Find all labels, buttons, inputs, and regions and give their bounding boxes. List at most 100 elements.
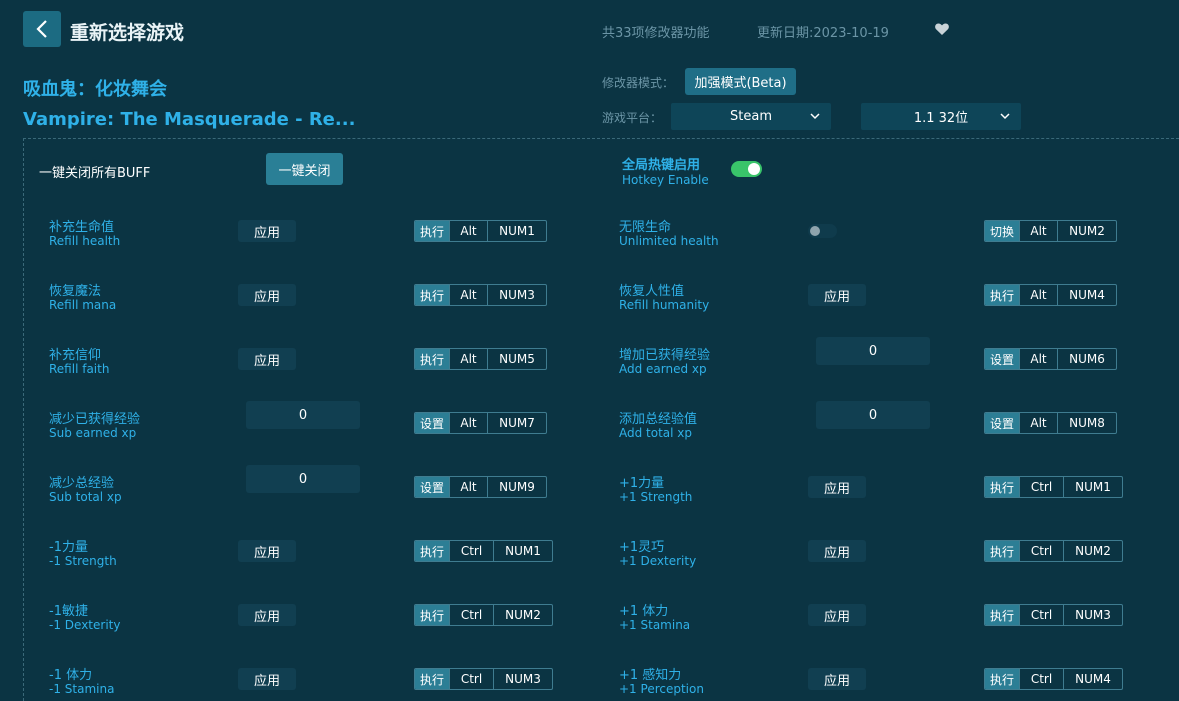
feature-label-cn: -1 体力 xyxy=(49,668,93,683)
hotkey-key: NUM7 xyxy=(487,413,546,433)
feature-label-en: Refill humanity xyxy=(619,298,710,312)
hotkey-combo[interactable]: 切换 Alt NUM2 xyxy=(984,220,1117,242)
apply-button[interactable]: 应用 xyxy=(808,476,866,498)
hotkey-modifier: Alt xyxy=(1019,221,1057,241)
hotkey-combo[interactable]: 设置 Alt NUM7 xyxy=(414,412,547,434)
apply-button[interactable]: 应用 xyxy=(238,540,296,562)
chevron-left-icon xyxy=(36,20,47,38)
hotkey-modifier: Ctrl xyxy=(1019,477,1063,497)
hotkey-modifier: Alt xyxy=(449,413,487,433)
feature-label-cn: 恢复人性值 xyxy=(619,284,685,299)
hotkey-action: 执行 xyxy=(985,541,1019,561)
hotkey-combo[interactable]: 设置 Alt NUM9 xyxy=(414,476,547,498)
feature-toggle[interactable] xyxy=(808,224,837,238)
hotkey-modifier: Ctrl xyxy=(449,669,493,689)
hotkey-combo[interactable]: 执行 Ctrl NUM1 xyxy=(984,476,1123,498)
hotkey-key: NUM3 xyxy=(493,669,552,689)
feature-label-cn: -1敏捷 xyxy=(49,604,88,619)
heart-icon[interactable] xyxy=(934,21,950,37)
hotkey-action: 执行 xyxy=(415,349,449,369)
value-input[interactable] xyxy=(816,401,930,429)
apply-button[interactable]: 应用 xyxy=(238,668,296,690)
hotkey-modifier: Ctrl xyxy=(1019,669,1063,689)
hotkey-enable-label-en: Hotkey Enable xyxy=(622,173,709,187)
hotkey-combo[interactable]: 执行 Alt NUM1 xyxy=(414,220,547,242)
hotkey-action: 执行 xyxy=(415,541,449,561)
hotkey-combo[interactable]: 执行 Ctrl NUM1 xyxy=(414,540,553,562)
back-button[interactable] xyxy=(23,11,61,47)
hotkey-combo[interactable]: 执行 Ctrl NUM3 xyxy=(414,668,553,690)
hotkey-combo[interactable]: 设置 Alt NUM8 xyxy=(984,412,1117,434)
platform-select[interactable]: Steam xyxy=(671,103,831,130)
feature-count: 共33项修改器功能 xyxy=(602,26,710,41)
apply-button[interactable]: 应用 xyxy=(808,668,866,690)
feature-label-en: Refill health xyxy=(49,234,121,248)
value-input[interactable] xyxy=(246,465,360,493)
hotkey-enable-toggle[interactable] xyxy=(731,161,762,177)
platform-value: Steam xyxy=(730,109,772,124)
feature-label-cn: 添加总经验值 xyxy=(619,412,698,427)
update-date: 更新日期:2023-10-19 xyxy=(757,26,889,41)
hotkey-key: NUM2 xyxy=(1063,541,1122,561)
apply-button[interactable]: 应用 xyxy=(808,284,866,306)
version-value: 1.1 32位 xyxy=(913,111,969,126)
hotkey-key: NUM9 xyxy=(487,477,546,497)
version-select[interactable]: 1.1 32位 xyxy=(861,103,1021,130)
hotkey-combo[interactable]: 执行 Alt NUM3 xyxy=(414,284,547,306)
chevron-down-icon xyxy=(810,113,820,120)
hotkey-modifier: Alt xyxy=(449,477,487,497)
feature-label-cn: 无限生命 xyxy=(619,220,672,235)
game-title-cn: 吸血鬼：化妆舞会 xyxy=(23,79,167,100)
feature-label-en: Add earned xp xyxy=(619,362,707,376)
game-title-en: Vampire: The Masquerade - Re... xyxy=(23,109,356,130)
hotkey-key: NUM1 xyxy=(493,541,552,561)
close-all-button[interactable]: 一键关闭 xyxy=(266,153,343,185)
value-input[interactable] xyxy=(816,337,930,365)
hotkey-combo[interactable]: 执行 Ctrl NUM2 xyxy=(984,540,1123,562)
hotkey-key: NUM2 xyxy=(1057,221,1116,241)
hotkey-key: NUM3 xyxy=(1063,605,1122,625)
hotkey-modifier: Ctrl xyxy=(449,605,493,625)
hotkey-combo[interactable]: 执行 Ctrl NUM4 xyxy=(984,668,1123,690)
hotkey-key: NUM3 xyxy=(487,285,546,305)
hotkey-enable-label-cn: 全局热键启用 xyxy=(622,158,701,173)
apply-button[interactable]: 应用 xyxy=(238,220,296,242)
feature-label-cn: 减少总经验 xyxy=(49,476,115,491)
hotkey-action: 执行 xyxy=(415,605,449,625)
hotkey-combo[interactable]: 执行 Ctrl NUM2 xyxy=(414,604,553,626)
feature-label-en: +1 Dexterity xyxy=(619,554,697,568)
hotkey-modifier: Alt xyxy=(1019,285,1057,305)
feature-label-en: +1 Perception xyxy=(619,682,704,696)
hotkey-key: NUM1 xyxy=(1063,477,1122,497)
feature-label-en: Sub total xp xyxy=(49,490,122,504)
mode-button[interactable]: 加强模式(Beta) xyxy=(685,68,796,95)
feature-label-en: +1 Stamina xyxy=(619,618,691,632)
hotkey-combo[interactable]: 执行 Alt NUM5 xyxy=(414,348,547,370)
feature-label-cn: 增加已获得经验 xyxy=(619,348,711,363)
value-input[interactable] xyxy=(246,401,360,429)
feature-label-cn: +1 体力 xyxy=(619,604,669,619)
hotkey-action: 设置 xyxy=(985,413,1019,433)
toggle-knob xyxy=(748,163,760,175)
feature-label-cn: 补充生命值 xyxy=(49,220,115,235)
apply-button[interactable]: 应用 xyxy=(238,284,296,306)
apply-button[interactable]: 应用 xyxy=(238,604,296,626)
hotkey-action: 执行 xyxy=(415,669,449,689)
hotkey-key: NUM1 xyxy=(487,221,546,241)
feature-label-en: +1 Strength xyxy=(619,490,693,504)
hotkey-combo[interactable]: 设置 Alt NUM6 xyxy=(984,348,1117,370)
feature-label-cn: 补充信仰 xyxy=(49,348,102,363)
feature-label-en: Refill mana xyxy=(49,298,117,312)
apply-button[interactable]: 应用 xyxy=(808,604,866,626)
hotkey-modifier: Ctrl xyxy=(449,541,493,561)
feature-label-en: Sub earned xp xyxy=(49,426,137,440)
hotkey-combo[interactable]: 执行 Alt NUM4 xyxy=(984,284,1117,306)
hotkey-key: NUM4 xyxy=(1057,285,1116,305)
apply-button[interactable]: 应用 xyxy=(238,348,296,370)
hotkey-combo[interactable]: 执行 Ctrl NUM3 xyxy=(984,604,1123,626)
feature-label-cn: +1 感知力 xyxy=(619,668,682,683)
apply-button[interactable]: 应用 xyxy=(808,540,866,562)
hotkey-key: NUM2 xyxy=(493,605,552,625)
hotkey-action: 执行 xyxy=(985,605,1019,625)
feature-label-cn: 恢复魔法 xyxy=(49,284,102,299)
